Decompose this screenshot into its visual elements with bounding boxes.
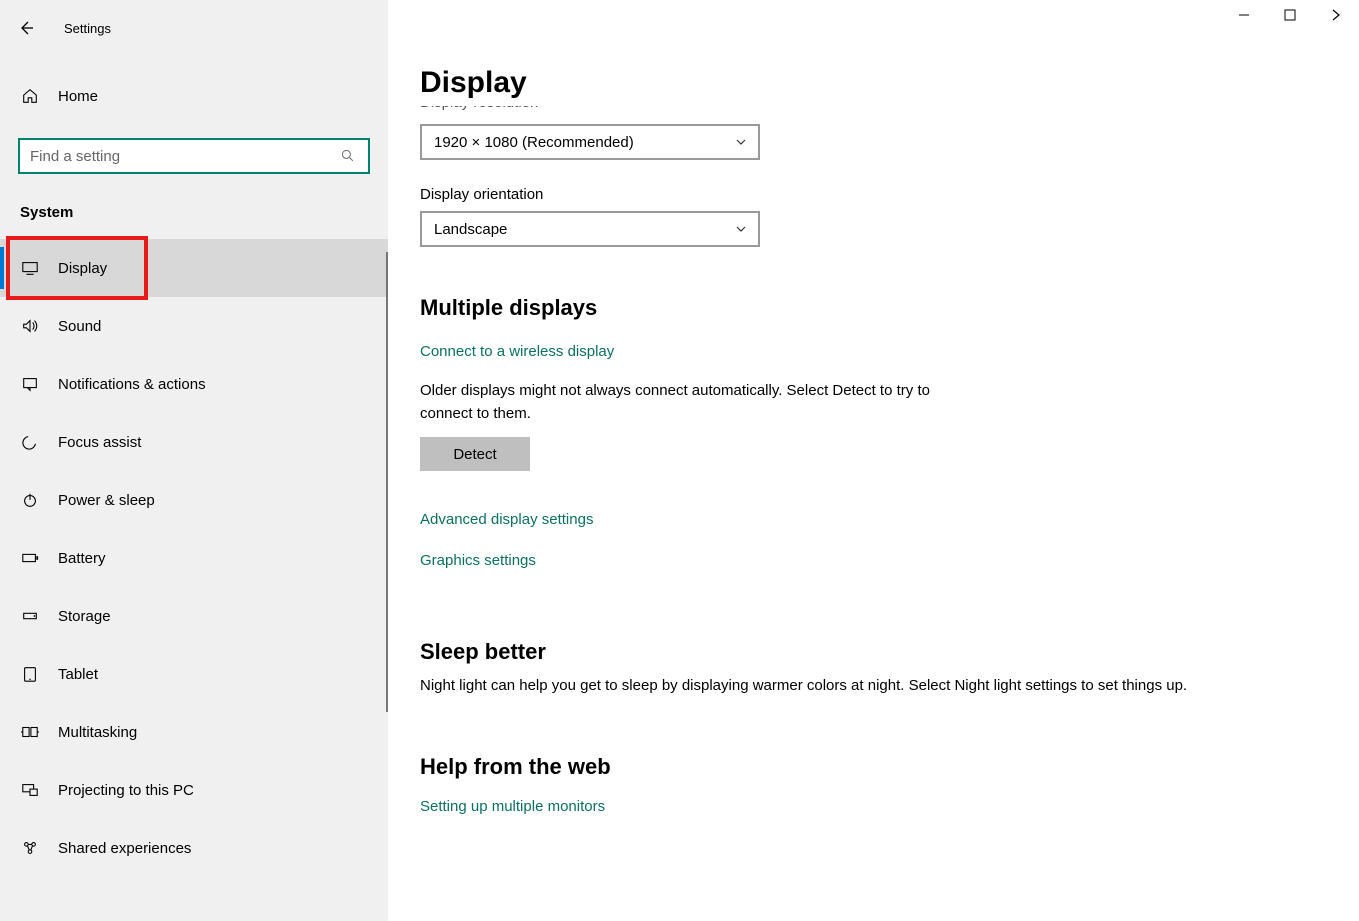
nav-item-notifications[interactable]: Notifications & actions [0,355,388,413]
home-label: Home [58,88,98,105]
multiple-displays-header: Multiple displays [420,295,1327,321]
back-icon[interactable] [18,20,34,36]
nav-item-sound[interactable]: Sound [0,297,388,355]
multitasking-icon [20,722,40,742]
nav-label: Tablet [58,666,98,683]
nav-label: Storage [58,608,111,625]
window-controls [1221,0,1359,30]
battery-icon [20,548,40,568]
nav-item-multitasking[interactable]: Multitasking [0,703,388,761]
graphics-settings-link[interactable]: Graphics settings [420,552,536,569]
display-icon [20,258,40,278]
resolution-dropdown[interactable]: 1920 × 1080 (Recommended) [420,124,760,160]
focus-assist-icon [20,432,40,452]
advanced-display-link[interactable]: Advanced display settings [420,511,593,528]
nav-label: Sound [58,318,101,335]
detect-button[interactable]: Detect [420,437,530,471]
nav-label: Projecting to this PC [58,782,194,799]
nav-list: Display Sound Notifications & actions Fo… [0,239,388,877]
chevron-down-icon [734,135,748,149]
nav-item-power-sleep[interactable]: Power & sleep [0,471,388,529]
main-content: Display Display resolution 1920 × 1080 (… [388,0,1359,921]
help-link-multiple-monitors[interactable]: Setting up multiple monitors [420,798,605,815]
projecting-icon [20,780,40,800]
orientation-dropdown[interactable]: Landscape [420,211,760,247]
nav-label: Notifications & actions [58,376,206,393]
power-icon [20,490,40,510]
search-icon [338,146,358,166]
nav-label: Focus assist [58,434,141,451]
help-header: Help from the web [420,754,1327,780]
nav-item-tablet[interactable]: Tablet [0,645,388,703]
search-box[interactable] [18,138,370,174]
nav-label: Display [58,260,107,277]
sleep-better-body: Night light can help you get to sleep by… [420,675,1320,698]
storage-icon [20,606,40,626]
resolution-value: 1920 × 1080 (Recommended) [434,134,634,151]
minimize-button[interactable] [1221,0,1267,30]
nav-item-focus-assist[interactable]: Focus assist [0,413,388,471]
orientation-label: Display orientation [420,186,1327,203]
chevron-down-icon [734,222,748,236]
overflow-button[interactable] [1313,0,1359,30]
nav-label: Shared experiences [58,840,191,857]
nav-item-projecting[interactable]: Projecting to this PC [0,761,388,819]
older-displays-text: Older displays might not always connect … [420,380,980,425]
shared-experiences-icon [20,838,40,858]
nav-label: Battery [58,550,106,567]
sleep-better-header: Sleep better [420,639,1327,665]
search-input[interactable] [30,148,338,165]
nav-item-storage[interactable]: Storage [0,587,388,645]
window-title: Settings [64,21,111,36]
sound-icon [20,316,40,336]
home-icon [20,86,40,106]
sidebar-header: Settings [0,8,388,48]
maximize-button[interactable] [1267,0,1313,30]
sidebar: Settings Home System Display Sound [0,0,388,921]
orientation-value: Landscape [434,221,507,238]
nav-item-display[interactable]: Display [0,239,388,297]
resolution-label-cutoff: Display resolution [420,106,1327,116]
category-label: System [0,174,388,221]
nav-label: Multitasking [58,724,137,741]
notifications-icon [20,374,40,394]
nav-item-battery[interactable]: Battery [0,529,388,587]
connect-wireless-link[interactable]: Connect to a wireless display [420,343,614,360]
page-title: Display [420,66,1327,100]
sidebar-home[interactable]: Home [0,72,388,120]
nav-label: Power & sleep [58,492,155,509]
nav-item-shared-experiences[interactable]: Shared experiences [0,819,388,877]
tablet-icon [20,664,40,684]
